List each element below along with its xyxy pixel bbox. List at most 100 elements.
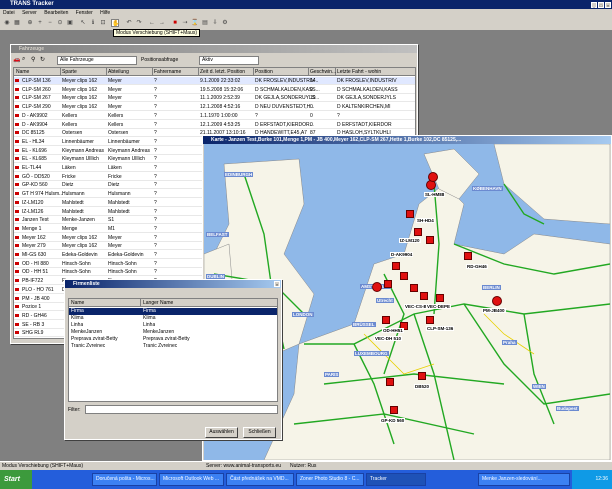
- vehicle-marker[interactable]: [426, 316, 434, 324]
- arrow-right-icon[interactable]: →: [158, 19, 166, 27]
- refresh-icon[interactable]: ↻: [40, 56, 45, 63]
- dialog-close-button[interactable]: ×: [274, 281, 280, 287]
- map-icon[interactable]: ▦: [13, 19, 21, 27]
- vehicle-marker[interactable]: [410, 284, 418, 292]
- vehicle-marker[interactable]: [406, 210, 414, 218]
- column-header[interactable]: Zeit d. letzt. Position: [199, 68, 254, 76]
- map-window-title[interactable]: Karte - Janzen Test,Burke 101,Menge 1,PM…: [203, 136, 611, 144]
- select-button[interactable]: Auswählen: [205, 427, 238, 438]
- vehicle-marker[interactable]: [428, 172, 438, 182]
- route-icon[interactable]: ⇢: [181, 19, 189, 27]
- car-icon: [15, 157, 19, 161]
- menu-datei[interactable]: Datei: [0, 9, 18, 17]
- history-icon[interactable]: ⌛: [191, 19, 199, 27]
- table-cell: Kleymann Ulllich: [62, 156, 99, 163]
- info-icon[interactable]: ℹ: [89, 19, 97, 27]
- table-cell: ?: [154, 208, 157, 215]
- table-row[interactable]: CLP-SM 290 Meyer clips 162 Meyer? 12.1.2008…: [14, 103, 415, 112]
- list-item[interactable]: Linha Linha: [69, 322, 277, 329]
- table-cell: DK FROSLEV,INDUSTRIV: [337, 78, 397, 84]
- column-header[interactable]: Fahrername: [153, 68, 199, 76]
- vehicle-marker[interactable]: [386, 378, 394, 386]
- task-mail[interactable]: Doručená pošta - Micros...: [92, 473, 157, 486]
- pan-hand-icon[interactable]: ✋: [111, 19, 119, 27]
- vehicle-marker[interactable]: [382, 316, 390, 324]
- report-icon[interactable]: ▤: [201, 19, 209, 27]
- menu-bearbeiten[interactable]: Bearbeiten: [41, 9, 71, 17]
- table-row[interactable]: D - AK9904 Kellers Kellers? 12.1.2009 4:53:…: [14, 121, 415, 129]
- table-cell: Menke-Janzen: [62, 217, 95, 224]
- vehicle-marker[interactable]: [392, 262, 400, 270]
- taskbar: Start Doručená pošta - Micros... Microso…: [0, 470, 612, 489]
- list-item[interactable]: Tranic Zvreinec Tranic Zvreinec: [69, 343, 277, 350]
- task-outlook[interactable]: Microsoft Outlook Web ...: [159, 473, 224, 486]
- list-item[interactable]: Firma Firma: [69, 308, 277, 315]
- position-select[interactable]: Aktiv: [199, 56, 259, 65]
- table-row[interactable]: D - AK9902 Kellers Kellers? 1.1.1970 1:00:0…: [14, 112, 415, 120]
- column-header[interactable]: Letzte Fahrt - wohin: [336, 68, 415, 76]
- arrow-left-icon[interactable]: ←: [148, 19, 156, 27]
- menu-server[interactable]: Server: [19, 9, 40, 17]
- vehicle-marker[interactable]: [384, 280, 392, 288]
- vehicle-marker[interactable]: [426, 236, 434, 244]
- zoom-window-icon[interactable]: ▣: [66, 19, 74, 27]
- close-button[interactable]: ×: [605, 2, 611, 8]
- col-name[interactable]: Name: [71, 299, 141, 306]
- vehicle-marker[interactable]: [436, 294, 444, 302]
- col-long-name[interactable]: Langer Name: [143, 299, 173, 306]
- export-icon[interactable]: ⇩: [211, 19, 219, 27]
- settings-icon[interactable]: ⚙: [221, 19, 229, 27]
- back-icon[interactable]: ↶: [125, 19, 133, 27]
- list-item[interactable]: Preprava zvirat-Betty Preprava zvirat-Bet…: [69, 336, 277, 343]
- vehicle-marker[interactable]: [464, 252, 472, 260]
- column-header[interactable]: Abteilung: [107, 68, 153, 76]
- start-button[interactable]: Start: [0, 470, 32, 489]
- car-icon[interactable]: 🚗: [13, 56, 20, 63]
- menu-fenster[interactable]: Fenster: [73, 9, 96, 17]
- vehicles-window-title[interactable]: Fahrzeuge: [11, 45, 417, 53]
- zoom-fit-icon[interactable]: ⊙: [56, 19, 64, 27]
- table-cell: 11.1.2009 2:52:39: [200, 95, 240, 102]
- table-cell: ?: [154, 173, 157, 180]
- task-menke[interactable]: Menke Janzen-sledování...: [478, 473, 570, 486]
- zoom-in-icon[interactable]: +: [36, 19, 44, 27]
- table-row[interactable]: CLP-SM 260 Meyer clips 162 Meyer? 19.5.2008…: [14, 86, 415, 94]
- maximize-button[interactable]: □: [598, 2, 604, 8]
- table-row[interactable]: CLP-SM 267 Meyer clips 162 Meyer? 11.1.2009…: [14, 94, 415, 103]
- measure-icon[interactable]: ⊡: [99, 19, 107, 27]
- car-icon: [15, 122, 19, 126]
- task-zoner[interactable]: Zoner Photo Studio 8 - C...: [296, 473, 364, 486]
- list-cell: Firma: [71, 308, 84, 314]
- list-item[interactable]: Klima Klima: [69, 315, 277, 322]
- column-header[interactable]: Position: [254, 68, 309, 76]
- truck-icon[interactable]: ■: [171, 19, 179, 27]
- firms-dialog-title[interactable]: Firmenliste: [65, 280, 281, 288]
- select-icon[interactable]: ↖: [79, 19, 87, 27]
- vehicle-marker[interactable]: [492, 296, 502, 306]
- minimize-button[interactable]: _: [591, 2, 597, 8]
- forward-icon[interactable]: ↷: [135, 19, 143, 27]
- vehicle-marker[interactable]: [414, 228, 422, 236]
- column-header[interactable]: Name: [15, 68, 61, 76]
- filter-input[interactable]: [85, 405, 278, 414]
- column-header[interactable]: Sparte: [61, 68, 107, 76]
- vehicle-marker[interactable]: [420, 292, 428, 300]
- close-dialog-button[interactable]: Schließen: [243, 427, 276, 438]
- globe-icon[interactable]: ◉: [3, 19, 11, 27]
- menu-hilfe[interactable]: Hilfe: [97, 9, 113, 17]
- column-header[interactable]: Geschwin...: [309, 68, 336, 76]
- search-icon[interactable]: ⌕: [22, 56, 25, 63]
- zoom-icon[interactable]: ⊕: [26, 19, 34, 27]
- vehicle-marker[interactable]: [418, 372, 426, 380]
- zoom-out-icon[interactable]: −: [46, 19, 54, 27]
- vehicle-filter-select[interactable]: Alle Fahrzeuge: [57, 56, 137, 65]
- task-lectures[interactable]: Část přednášek na VMD...: [226, 473, 294, 486]
- list-item[interactable]: MenkeJanzen MenkeJanzen: [69, 329, 277, 336]
- vehicle-marker[interactable]: [400, 272, 408, 280]
- vehicle-marker[interactable]: [390, 406, 398, 414]
- task-tracker[interactable]: Tracker: [366, 473, 426, 486]
- filter-icon[interactable]: ⚲: [31, 56, 35, 63]
- list-cell: Klima: [71, 315, 84, 321]
- vehicle-marker[interactable]: [372, 282, 382, 292]
- table-row[interactable]: CLP-SM 136 Meyer clips 162 Meyer? 9.1.2009 …: [14, 77, 415, 85]
